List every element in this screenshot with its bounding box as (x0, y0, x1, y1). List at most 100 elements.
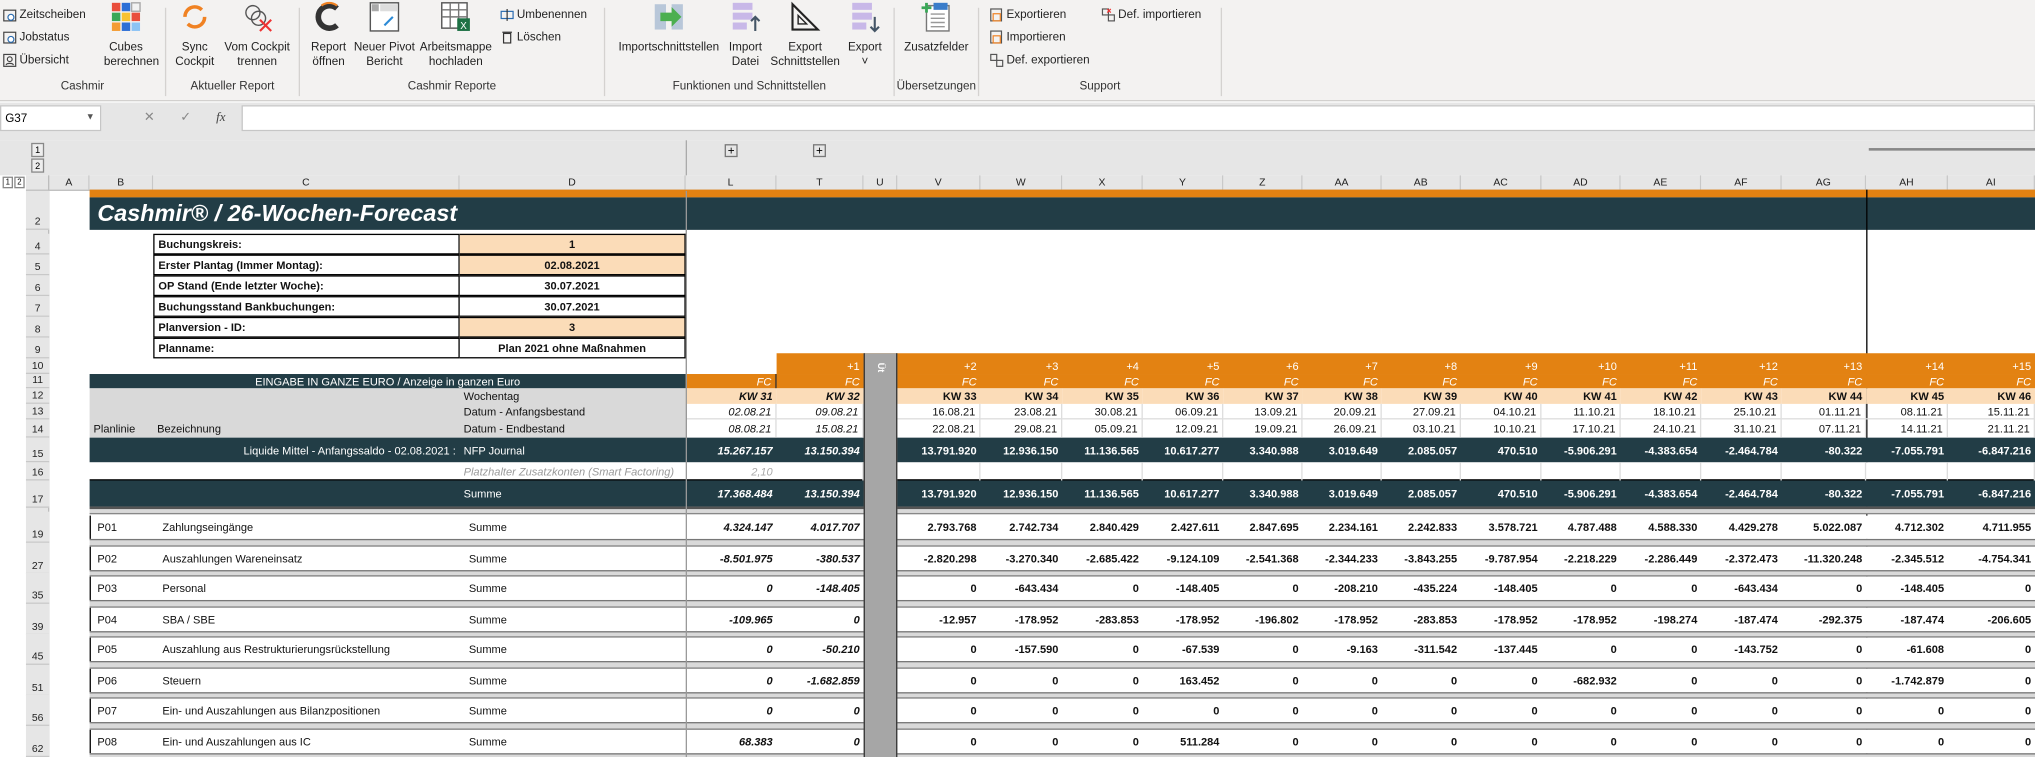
plan-line-value[interactable]: -148.405 (1866, 577, 1948, 600)
plan-line-value[interactable]: -206.605 (1948, 607, 2035, 630)
export-schnittstellen-button[interactable]: Export Schnittstellen (766, 0, 844, 69)
plan-line-value[interactable]: -682.932 (1542, 668, 1621, 691)
column-header-U[interactable]: U (863, 175, 898, 191)
opening-balance-value[interactable]: 15.267.157 (686, 438, 777, 463)
column-header-AA[interactable]: AA (1302, 175, 1382, 191)
formula-input[interactable] (241, 105, 2035, 132)
row-header-27[interactable]: 27 (25, 542, 50, 574)
week-start-date[interactable]: 09.08.21 (776, 403, 864, 420)
plan-line-value[interactable]: 0 (897, 699, 980, 722)
plan-line-value[interactable]: -9.787.954 (1461, 546, 1542, 569)
info-value[interactable]: 02.08.2021 (459, 254, 686, 276)
def-importieren-button[interactable]: Def. importieren (1101, 5, 1201, 23)
plan-line-value[interactable]: 0 (686, 699, 777, 722)
plan-line-value[interactable]: 0 (1621, 577, 1702, 600)
opening-balance-value[interactable]: -2.464.784 (1701, 438, 1782, 463)
column-header-Y[interactable]: Y (1142, 175, 1224, 191)
week-end-date[interactable]: 17.10.21 (1542, 419, 1621, 438)
sum-value[interactable]: 3.019.649 (1303, 481, 1382, 507)
week-end-date[interactable]: 05.09.21 (1062, 419, 1143, 438)
plan-line-value[interactable]: -157.590 (980, 638, 1062, 661)
plan-line-value[interactable]: 0 (897, 638, 980, 661)
outline-level-1-button[interactable]: 1 (31, 142, 45, 158)
plan-line-value[interactable]: -109.965 (686, 607, 777, 630)
week-start-date[interactable]: 23.08.21 (980, 403, 1063, 420)
arbeitsmappe-hochladen-button[interactable]: X Arbeitsmappe hochladen (418, 0, 493, 69)
opening-balance-value[interactable]: 11.136.565 (1062, 438, 1143, 463)
plan-line-value[interactable]: 0 (1303, 668, 1382, 691)
plan-line-value[interactable]: 2.742.734 (980, 516, 1062, 539)
plan-line-value[interactable]: 4.588.330 (1621, 516, 1702, 539)
chevron-down-icon[interactable]: ▼ (86, 106, 95, 129)
plan-line-value[interactable]: -435.224 (1382, 577, 1461, 600)
week-start-date[interactable]: 06.09.21 (1142, 403, 1224, 420)
plan-line-value[interactable]: -8.501.975 (686, 546, 777, 569)
week-start-date[interactable]: 04.10.21 (1460, 403, 1542, 420)
week-end-date[interactable]: 31.10.21 (1701, 419, 1782, 438)
sum-value[interactable]: -80.322 (1782, 481, 1866, 507)
löschen-button[interactable]: Löschen (500, 27, 561, 45)
row-header-10[interactable]: 10 (25, 358, 50, 375)
plan-line-value[interactable]: 3.578.721 (1461, 516, 1542, 539)
select-all-button[interactable] (25, 175, 50, 191)
zeitscheiben-button[interactable]: Zeitscheiben (3, 5, 86, 23)
plan-line-value[interactable]: 0 (1621, 729, 1702, 752)
plan-line-value[interactable]: 4.324.147 (686, 516, 777, 539)
plan-line-value[interactable]: -187.474 (1866, 607, 1948, 630)
plan-line-value[interactable]: -11.320.248 (1782, 546, 1866, 569)
plan-line-value[interactable]: 0 (1223, 668, 1302, 691)
week-start-date[interactable]: 18.10.21 (1620, 403, 1702, 420)
week-start-date[interactable]: 13.09.21 (1223, 403, 1303, 420)
plan-line-value[interactable]: 0 (1701, 699, 1782, 722)
plan-line-value[interactable]: 0 (1866, 699, 1948, 722)
sum-value[interactable]: -4.383.654 (1621, 481, 1702, 507)
insert-function-icon[interactable]: fx (206, 105, 235, 131)
row-header-45[interactable]: 45 (25, 633, 50, 665)
plan-line-value[interactable]: -196.802 (1223, 607, 1302, 630)
week-end-date[interactable]: 08.08.21 (686, 419, 777, 438)
plan-line-value[interactable]: 0 (1303, 729, 1382, 752)
plan-line-value[interactable]: -178.952 (1461, 607, 1542, 630)
plan-line-value[interactable]: 0 (1948, 668, 2035, 691)
plan-line-value[interactable]: 0 (1542, 699, 1621, 722)
week-start-date[interactable]: 25.10.21 (1701, 403, 1782, 420)
row-outline-level-2-button[interactable]: 2 (14, 176, 25, 189)
plan-line-value[interactable]: 4.712.302 (1866, 516, 1948, 539)
opening-balance-value[interactable]: 3.340.988 (1223, 438, 1302, 463)
sum-value[interactable]: -2.464.784 (1701, 481, 1782, 507)
plan-line-value[interactable]: 0 (1621, 638, 1702, 661)
plan-line-value[interactable]: 2.840.429 (1062, 516, 1143, 539)
outline-level-2-button[interactable]: 2 (31, 158, 45, 173)
plan-line-value[interactable]: 0 (980, 729, 1062, 752)
plan-line-value[interactable]: -12.957 (897, 607, 980, 630)
row-header-7[interactable]: 7 (25, 296, 50, 317)
plan-line-value[interactable]: 5.022.087 (1782, 516, 1866, 539)
opening-balance-value[interactable]: 10.617.277 (1143, 438, 1224, 463)
row-header-62[interactable]: 62 (25, 725, 50, 757)
week-end-date[interactable]: 07.11.21 (1782, 419, 1867, 438)
plan-line-value[interactable]: -148.405 (1461, 577, 1542, 600)
plan-line-value[interactable]: 0 (1143, 699, 1224, 722)
plan-line-value[interactable]: 0 (1382, 729, 1461, 752)
plan-line-value[interactable]: 0 (1223, 699, 1302, 722)
plan-line-value[interactable]: 0 (686, 638, 777, 661)
export-button[interactable]: Export ˅ (844, 0, 886, 69)
row-header-35[interactable]: 35 (25, 572, 50, 604)
plan-line-value[interactable]: -67.539 (1143, 638, 1224, 661)
plan-line-value[interactable]: -148.405 (777, 577, 864, 600)
check-icon[interactable]: ✓ (171, 105, 200, 131)
column-header-AC[interactable]: AC (1460, 175, 1542, 191)
sum-value[interactable]: 10.617.277 (1143, 481, 1224, 507)
opening-balance-value[interactable]: -7.055.791 (1866, 438, 1948, 463)
plan-line-value[interactable]: -2.218.229 (1542, 546, 1621, 569)
row-header-9[interactable]: 9 (25, 337, 50, 359)
plan-line-value[interactable]: -2.344.233 (1303, 546, 1382, 569)
plan-line-value[interactable]: 0 (1948, 729, 2035, 752)
plan-line-value[interactable]: 0 (897, 668, 980, 691)
plan-line-value[interactable]: 0 (1782, 577, 1866, 600)
plan-line-value[interactable]: -1.742.879 (1866, 668, 1948, 691)
plan-line-value[interactable]: 0 (1701, 668, 1782, 691)
plan-line-value[interactable]: -4.754.341 (1948, 546, 2035, 569)
plan-line-value[interactable]: -3.270.340 (980, 546, 1062, 569)
plan-line-value[interactable]: 0 (1223, 729, 1302, 752)
